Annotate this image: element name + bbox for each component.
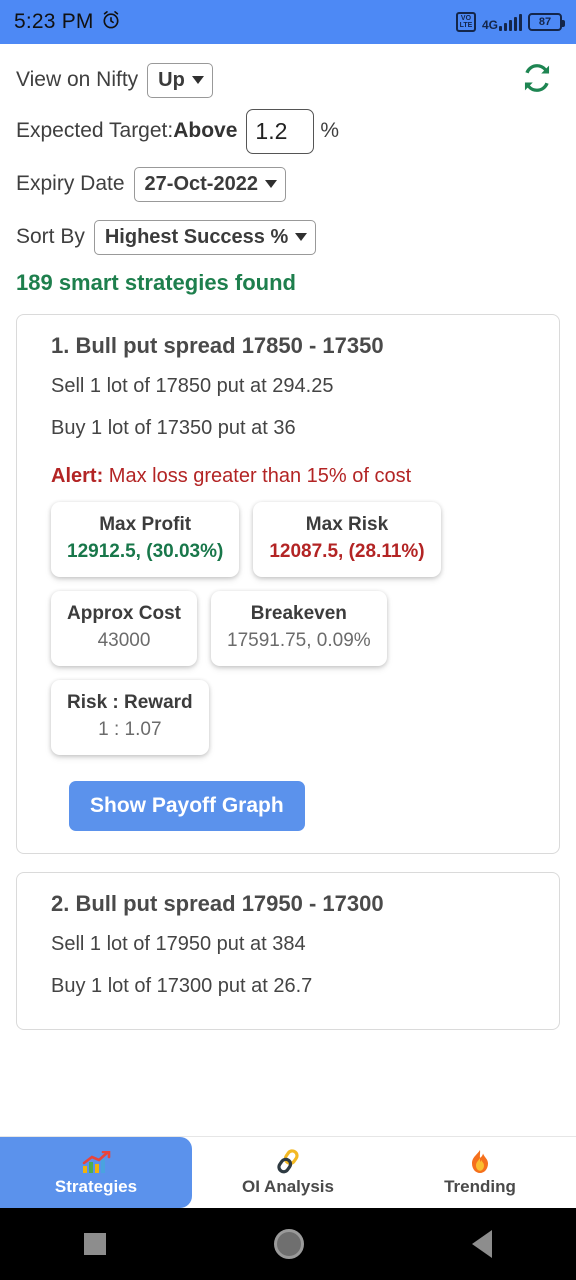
chevron-down-icon bbox=[264, 180, 277, 188]
nav-label: OI Analysis bbox=[242, 1176, 334, 1196]
strategy-leg-sell: Sell 1 lot of 17850 put at 294.25 bbox=[51, 375, 334, 397]
nav-item-trending[interactable]: Trending bbox=[384, 1137, 576, 1208]
status-bar: 5:23 PM VO LTE 4G 87 bbox=[0, 0, 576, 44]
chain-link-icon bbox=[274, 1148, 302, 1175]
metric-approx-cost: Approx Cost 43000 bbox=[51, 591, 197, 666]
strategy-leg-buy: Buy 1 lot of 17300 put at 26.7 bbox=[51, 975, 313, 997]
expected-target-label: Expected Target: bbox=[16, 119, 174, 142]
metric-label: Max Profit bbox=[99, 514, 192, 535]
status-bar-left: 5:23 PM bbox=[14, 9, 122, 36]
strategy-title: 1. Bull put spread 17850 - 17350 bbox=[51, 333, 384, 358]
chevron-down-icon bbox=[295, 233, 308, 241]
metric-breakeven: Breakeven 17591.75, 0.09% bbox=[211, 591, 387, 666]
nav-item-oi-analysis[interactable]: OI Analysis bbox=[192, 1137, 384, 1208]
expected-target-direction: Above bbox=[173, 119, 238, 142]
expected-target-value: 1.2 bbox=[255, 117, 288, 144]
strategy-card[interactable]: 2. Bull put spread 17950 - 17300 Sell 1 … bbox=[16, 872, 560, 1030]
bottom-navigation: Strategies OI Analysis Trending bbox=[0, 1136, 576, 1208]
expiry-date-label: Expiry Date bbox=[16, 172, 125, 195]
triangle-left-icon[interactable] bbox=[472, 1230, 492, 1258]
strategy-title: 2. Bull put spread 17950 - 17300 bbox=[51, 891, 384, 916]
android-system-nav bbox=[0, 1208, 576, 1280]
strategy-leg-buy: Buy 1 lot of 17350 put at 36 bbox=[51, 417, 296, 439]
nav-label: Strategies bbox=[54, 1176, 138, 1196]
alert-message: Max loss greater than 15% of cost bbox=[103, 465, 412, 487]
chevron-down-icon bbox=[191, 76, 204, 84]
volte-bottom-text: LTE bbox=[459, 22, 473, 29]
bar-chart-icon bbox=[81, 1149, 111, 1175]
metric-label: Risk : Reward bbox=[67, 692, 193, 713]
view-on-nifty-group: View on Nifty Up bbox=[16, 62, 213, 98]
nav-item-strategies[interactable]: Strategies bbox=[0, 1137, 192, 1208]
expected-target-row: Expected Target: Above 1.2 % bbox=[0, 104, 576, 158]
expected-target-input[interactable]: 1.2 bbox=[246, 108, 315, 154]
battery-icon: 87 bbox=[528, 13, 565, 31]
strategy-alert: Alert: Max loss greater than 15% of cost bbox=[17, 449, 559, 492]
metric-max-profit: Max Profit 12912.5, (30.03%) bbox=[51, 502, 240, 577]
expiry-date-row: Expiry Date 27-Oct-2022 bbox=[0, 158, 576, 210]
metrics-group: Max Profit 12912.5, (30.03%) Max Risk 12… bbox=[17, 492, 559, 755]
circle-icon[interactable] bbox=[274, 1229, 304, 1259]
strategy-card[interactable]: 1. Bull put spread 17850 - 17350 Sell 1 … bbox=[16, 314, 560, 854]
main-content: View on Nifty Up Expected Target: Above bbox=[0, 44, 576, 1136]
metric-label: Approx Cost bbox=[67, 603, 181, 624]
view-on-nifty-select[interactable]: Up bbox=[147, 62, 213, 98]
network-type-label: 4G bbox=[481, 17, 498, 32]
metric-value: 1 : 1.07 bbox=[98, 719, 162, 740]
percent-symbol: % bbox=[320, 119, 340, 142]
metric-label: Breakeven bbox=[250, 603, 347, 624]
volte-icon: VO LTE bbox=[455, 12, 476, 32]
view-on-nifty-row: View on Nifty Up bbox=[0, 56, 576, 104]
strategy-leg-sell: Sell 1 lot of 17950 put at 384 bbox=[51, 933, 306, 955]
network-indicator: 4G bbox=[481, 13, 522, 32]
metric-label: Max Risk bbox=[305, 514, 389, 535]
sort-by-value: Highest Success % bbox=[104, 225, 289, 248]
show-payoff-graph-button[interactable]: Show Payoff Graph bbox=[69, 781, 305, 831]
metric-value: 12912.5, (30.03%) bbox=[67, 541, 224, 562]
refresh-icon bbox=[520, 61, 554, 100]
expiry-date-select[interactable]: 27-Oct-2022 bbox=[133, 166, 286, 202]
volte-top-text: VO bbox=[460, 15, 472, 22]
status-bar-right: VO LTE 4G 87 bbox=[455, 12, 565, 32]
metric-value: 17591.75, 0.09% bbox=[227, 630, 371, 651]
metric-max-risk: Max Risk 12087.5, (28.11%) bbox=[253, 502, 441, 577]
sort-by-row: Sort By Highest Success % bbox=[0, 210, 576, 264]
signal-bars-icon bbox=[499, 13, 522, 31]
results-count: 189 smart strategies found bbox=[16, 270, 296, 295]
battery-level-label: 87 bbox=[538, 16, 552, 28]
sort-by-label: Sort By bbox=[16, 225, 85, 248]
metric-risk-reward: Risk : Reward 1 : 1.07 bbox=[51, 680, 209, 755]
nav-label: Trending bbox=[444, 1176, 516, 1196]
phone-screen: 5:23 PM VO LTE 4G 87 View on Nifty Up Ex… bbox=[0, 0, 576, 1280]
metric-value: 12087.5, (28.11%) bbox=[269, 541, 425, 562]
refresh-button[interactable] bbox=[514, 57, 560, 103]
view-on-nifty-value: Up bbox=[158, 68, 185, 91]
alert-prefix: Alert: bbox=[51, 465, 104, 487]
alarm-clock-icon bbox=[100, 9, 122, 36]
view-on-nifty-label: View on Nifty bbox=[16, 68, 139, 91]
square-icon[interactable] bbox=[84, 1233, 106, 1255]
fire-icon bbox=[468, 1149, 492, 1175]
metric-value: 43000 bbox=[97, 630, 151, 651]
status-bar-clock: 5:23 PM bbox=[14, 10, 94, 33]
sort-by-select[interactable]: Highest Success % bbox=[93, 219, 317, 255]
expiry-date-value: 27-Oct-2022 bbox=[144, 172, 258, 195]
